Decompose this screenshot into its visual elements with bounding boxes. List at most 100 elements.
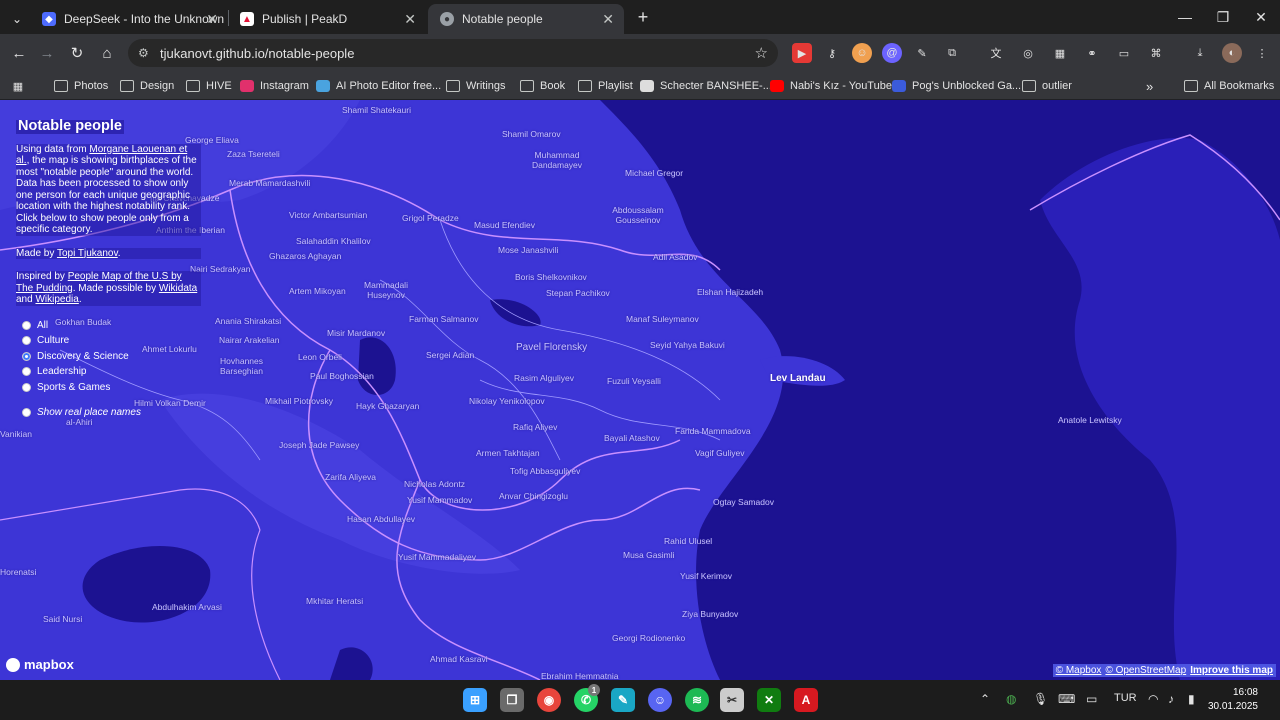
- ai-photo-icon: [316, 80, 330, 92]
- tab-peakd[interactable]: ▲ Publish | PeakD ✕: [228, 4, 426, 34]
- keyboard-icon[interactable]: ⌨: [1058, 692, 1075, 706]
- acrobat-icon[interactable]: A: [794, 688, 818, 712]
- bookmark-instagram[interactable]: Instagram: [240, 77, 309, 95]
- puzzle-extension-icon[interactable]: ⧉: [942, 43, 962, 63]
- at-extension-icon[interactable]: @: [882, 43, 902, 63]
- bookmark-pogs[interactable]: Pog's Unblocked Ga...: [892, 77, 1021, 95]
- radio-button[interactable]: [22, 382, 31, 392]
- youtube-extension-icon[interactable]: ▶: [792, 43, 812, 63]
- chrome-icon[interactable]: ◉: [537, 688, 561, 712]
- battery-icon[interactable]: ▮: [1188, 692, 1195, 706]
- new-tab-button[interactable]: +: [624, 0, 662, 34]
- toggle-checkbox[interactable]: [22, 408, 31, 418]
- radio-button[interactable]: [22, 367, 31, 377]
- bookmarks-overflow-button[interactable]: »: [1146, 77, 1153, 95]
- minimize-button[interactable]: —: [1166, 0, 1204, 34]
- place-label: Mammadali Huseynov: [364, 280, 408, 300]
- windows-start-icon[interactable]: ⊞: [463, 688, 487, 712]
- mapbox-attribution-link[interactable]: © Mapbox: [1056, 665, 1102, 676]
- menu-dots-icon[interactable]: ⋮: [1252, 43, 1272, 63]
- bookmark-hive[interactable]: HIVE: [186, 77, 232, 95]
- bookmark-youtube[interactable]: Nabi's Kız - YouTube: [770, 77, 892, 95]
- chevron-up-icon[interactable]: ⌃: [980, 692, 990, 706]
- place-label: Zarifa Aliyeva: [325, 472, 377, 482]
- place-label: Adil Asadov: [653, 252, 698, 262]
- close-icon[interactable]: ✕: [206, 11, 218, 28]
- close-window-button[interactable]: ✕: [1242, 0, 1280, 34]
- bookmark-star-icon[interactable]: ☆: [755, 44, 768, 62]
- site-info-icon[interactable]: ⚙: [138, 46, 149, 60]
- wikidata-link[interactable]: Wikidata: [159, 283, 197, 294]
- all-bookmarks[interactable]: All Bookmarks: [1184, 77, 1274, 95]
- place-label: Michael Gregor: [625, 168, 684, 178]
- radio-button[interactable]: [22, 336, 31, 346]
- back-button[interactable]: ←: [6, 40, 32, 66]
- tab-search-button[interactable]: ⌄: [6, 4, 30, 34]
- incognito-icon[interactable]: ⌘: [1146, 43, 1166, 63]
- display-icon[interactable]: ▭: [1086, 692, 1097, 706]
- boundary-line: [379, 279, 561, 461]
- bookmark-ai-photo[interactable]: AI Photo Editor free...: [316, 77, 441, 95]
- key-extension-icon[interactable]: ⚷: [822, 43, 842, 63]
- bookmark-photos[interactable]: Photos: [54, 77, 108, 95]
- maximize-button[interactable]: ❐: [1204, 0, 1242, 34]
- radio-button-selected[interactable]: [22, 351, 31, 361]
- bookmark-playlist[interactable]: Playlist: [578, 77, 633, 95]
- download-icon[interactable]: ⤓: [1190, 43, 1210, 63]
- grid-icon[interactable]: ▦: [1050, 43, 1070, 63]
- place-label: Joseph Jade Pawsey: [279, 440, 360, 450]
- bookmark-outlier[interactable]: outlier: [1022, 77, 1072, 95]
- place-label: Zaza Tsereteli: [227, 149, 280, 159]
- bookmark-writings[interactable]: Writings: [446, 77, 506, 95]
- tab-deepseek[interactable]: ◆ DeepSeek - Into the Unknown ✕: [30, 4, 228, 34]
- spotify-icon[interactable]: ≋: [685, 688, 709, 712]
- improve-map-link[interactable]: Improve this map: [1190, 665, 1273, 676]
- osm-attribution-link[interactable]: © OpenStreetMap: [1105, 665, 1186, 676]
- snipping-tool-icon[interactable]: ✂: [720, 688, 744, 712]
- system-clock[interactable]: 16:08 30.01.2025: [1208, 686, 1258, 714]
- option-all[interactable]: All: [16, 318, 201, 334]
- microphone-icon[interactable]: 🎙: [1033, 692, 1048, 706]
- xbox-icon[interactable]: ✕: [757, 688, 781, 712]
- feather-app-icon[interactable]: ✎: [611, 688, 635, 712]
- camera-icon[interactable]: ◎: [1018, 43, 1038, 63]
- made-by-suffix: .: [117, 247, 121, 259]
- language-indicator[interactable]: TUR: [1114, 692, 1137, 704]
- feather-extension-icon[interactable]: ✎: [912, 43, 932, 63]
- mapbox-logo[interactable]: mapbox: [6, 657, 74, 672]
- end-text: .: [78, 294, 82, 305]
- author-link[interactable]: Topi Tjukanov: [57, 248, 118, 259]
- option-discovery-science[interactable]: Discovery & Science: [16, 349, 201, 365]
- apps-grid-icon[interactable]: ▦: [8, 76, 28, 96]
- page-title: Notable people: [16, 118, 124, 134]
- bookmark-label: Schecter BANSHEE-...: [660, 80, 772, 92]
- address-bar[interactable]: ⚙ tjukanovt.github.io/notable-people ☆: [128, 39, 778, 67]
- toggle-real-names[interactable]: Show real place names: [16, 405, 201, 421]
- home-button[interactable]: ⌂: [94, 40, 120, 66]
- task-view-icon[interactable]: ❐: [500, 688, 524, 712]
- bookmark-design[interactable]: Design: [120, 77, 174, 95]
- deepseek-icon: ◆: [42, 12, 56, 26]
- tab-notable-people[interactable]: ● Notable people ✕: [428, 4, 624, 34]
- avatar-extension-icon[interactable]: ☺: [852, 43, 872, 63]
- app-tray-icon[interactable]: ◍: [1006, 692, 1016, 706]
- volume-icon[interactable]: ♪: [1168, 692, 1174, 706]
- option-culture[interactable]: Culture: [16, 333, 201, 349]
- reload-button[interactable]: ↻: [64, 40, 90, 66]
- wikipedia-link[interactable]: Wikipedia: [35, 294, 78, 305]
- discord-icon[interactable]: ☺: [648, 688, 672, 712]
- place-label: Nicholas Adontz: [404, 479, 465, 489]
- wifi-icon[interactable]: ◠: [1148, 692, 1158, 706]
- profile-avatar[interactable]: ◐: [1222, 43, 1242, 63]
- radio-button[interactable]: [22, 320, 31, 330]
- close-icon[interactable]: ✕: [602, 11, 614, 28]
- forward-button[interactable]: →: [34, 40, 60, 66]
- close-icon[interactable]: ✕: [404, 11, 416, 28]
- bookmark-book[interactable]: Book: [520, 77, 565, 95]
- link-icon[interactable]: ⚭: [1082, 43, 1102, 63]
- bookmark-schecter[interactable]: Schecter BANSHEE-...: [640, 77, 772, 95]
- sidepanel-icon[interactable]: ▭: [1114, 43, 1134, 63]
- translate-icon[interactable]: 文: [986, 43, 1006, 63]
- option-sports-games[interactable]: Sports & Games: [16, 380, 201, 396]
- option-leadership[interactable]: Leadership: [16, 364, 201, 380]
